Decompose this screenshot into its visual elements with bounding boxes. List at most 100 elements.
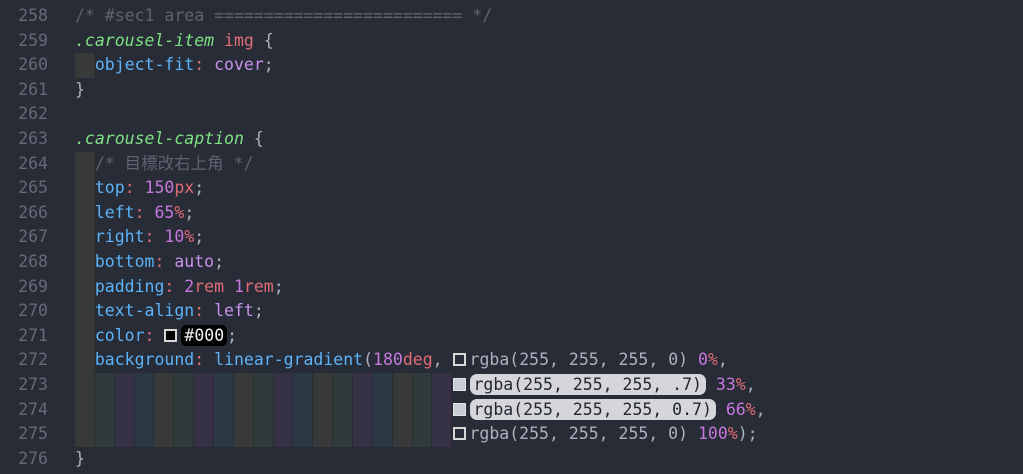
code-line[interactable]: 261}: [0, 78, 1023, 103]
color-swatch-filled[interactable]: [453, 403, 466, 416]
token-num: 10: [164, 227, 184, 246]
color-swatch-black[interactable]: [164, 329, 177, 342]
code-line[interactable]: 268 bottom: auto;: [0, 250, 1023, 275]
code-line[interactable]: 263.carousel-caption {: [0, 127, 1023, 152]
line-number[interactable]: 276: [0, 447, 48, 472]
code-line[interactable]: 264 /* 目標改右上角 */: [0, 152, 1023, 177]
code-line[interactable]: 272 background: linear-gradient(180deg, …: [0, 348, 1023, 373]
code-content: right: 10%;: [48, 225, 204, 250]
token-plain: [204, 350, 214, 369]
token-num: 2: [184, 277, 194, 296]
token-plain: [154, 326, 164, 345]
token-plain: [706, 375, 716, 394]
line-number[interactable]: 271: [0, 324, 48, 349]
color-swatch-outline[interactable]: [453, 427, 466, 440]
token-plain: [204, 55, 214, 74]
code-content: .carousel-caption {: [48, 127, 264, 152]
line-number[interactable]: 262: [0, 102, 48, 127]
line-number[interactable]: 273: [0, 373, 48, 398]
line-number[interactable]: 264: [0, 152, 48, 177]
token-unit: rem: [244, 277, 274, 296]
code-content: rgba(255, 255, 255, .7) 33%,: [48, 373, 756, 398]
color-swatch-filled[interactable]: [453, 378, 466, 391]
token-prop: right: [95, 227, 145, 246]
token-val: left: [214, 301, 254, 320]
code-content: object-fit: cover;: [48, 53, 274, 78]
token-plain: ,: [746, 375, 756, 394]
token-selector: .carousel-item: [75, 31, 214, 50]
line-number[interactable]: 261: [0, 78, 48, 103]
line-number[interactable]: 266: [0, 201, 48, 226]
token-plain: [75, 350, 95, 369]
line-number[interactable]: 258: [0, 4, 48, 29]
token-unit: %: [708, 350, 718, 369]
token-colon: :: [154, 252, 164, 271]
code-line[interactable]: 267 right: 10%;: [0, 225, 1023, 250]
token-num: 1: [234, 277, 244, 296]
line-number[interactable]: 263: [0, 127, 48, 152]
token-plain: [75, 227, 95, 246]
token-plain: ;: [184, 203, 194, 222]
code-line[interactable]: 271 color: #000;: [0, 324, 1023, 349]
code-line[interactable]: 269 padding: 2rem 1rem;: [0, 275, 1023, 300]
code-line[interactable]: 273 rgba(255, 255, 255, .7) 33%,: [0, 373, 1023, 398]
line-number[interactable]: 260: [0, 53, 48, 78]
token-selector: .carousel-caption: [75, 129, 244, 148]
token-prop: left: [95, 203, 135, 222]
token-plain: }: [75, 449, 85, 468]
line-number[interactable]: 267: [0, 225, 48, 250]
line-number[interactable]: 269: [0, 275, 48, 300]
token-plain: {: [244, 129, 264, 148]
token-plain: [75, 400, 453, 419]
code-line[interactable]: 258/* #sec1 area =======================…: [0, 4, 1023, 29]
code-line[interactable]: 265 top: 150px;: [0, 176, 1023, 201]
line-number[interactable]: 268: [0, 250, 48, 275]
token-plain: [75, 301, 95, 320]
token-num: 150: [145, 178, 175, 197]
code-content: top: 150px;: [48, 176, 204, 201]
code-content: background: linear-gradient(180deg, rgba…: [48, 348, 728, 373]
token-prop: background: [95, 350, 194, 369]
code-content: color: #000;: [48, 324, 237, 349]
token-plain: [75, 277, 95, 296]
code-content: rgba(255, 255, 255, 0) 100%);: [48, 422, 758, 447]
line-number[interactable]: 270: [0, 299, 48, 324]
token-plain: ,: [756, 400, 766, 419]
code-line[interactable]: 266 left: 65%;: [0, 201, 1023, 226]
code-line[interactable]: 270 text-align: left;: [0, 299, 1023, 324]
token-colon: :: [194, 55, 204, 74]
code-line[interactable]: 262: [0, 102, 1023, 127]
code-line[interactable]: 274 rgba(255, 255, 255, 0.7) 66%,: [0, 398, 1023, 423]
token-num: 100: [698, 424, 728, 443]
token-plain: [75, 203, 95, 222]
code-content: left: 65%;: [48, 201, 194, 226]
token-colon: :: [135, 203, 145, 222]
line-number[interactable]: 265: [0, 176, 48, 201]
token-plain: [716, 400, 726, 419]
token-colon: :: [145, 227, 155, 246]
token-plain: [75, 375, 453, 394]
token-unit: %: [728, 424, 738, 443]
line-number[interactable]: 274: [0, 398, 48, 423]
token-prop: text-align: [95, 301, 194, 320]
code-content: rgba(255, 255, 255, 0.7) 66%,: [48, 398, 766, 423]
code-line[interactable]: 259.carousel-item img {: [0, 29, 1023, 54]
token-prop: object-fit: [95, 55, 194, 74]
token-plain: (: [363, 350, 373, 369]
token-plain: ;: [274, 277, 284, 296]
editor-lines: 258/* #sec1 area =======================…: [0, 4, 1023, 471]
code-content: .carousel-item img {: [48, 29, 274, 54]
token-plain: ,: [718, 350, 728, 369]
token-unit: %: [736, 375, 746, 394]
token-num: 33: [716, 375, 736, 394]
line-number[interactable]: 259: [0, 29, 48, 54]
code-content: }: [48, 447, 85, 472]
code-line[interactable]: 260 object-fit: cover;: [0, 53, 1023, 78]
color-value-pill: rgba(255, 255, 255, 0.7): [470, 399, 716, 420]
color-value-pill: #000: [181, 325, 227, 346]
code-line[interactable]: 275 rgba(255, 255, 255, 0) 100%);: [0, 422, 1023, 447]
color-swatch-outline[interactable]: [453, 353, 466, 366]
line-number[interactable]: 275: [0, 422, 48, 447]
line-number[interactable]: 272: [0, 348, 48, 373]
code-line[interactable]: 276}: [0, 447, 1023, 472]
